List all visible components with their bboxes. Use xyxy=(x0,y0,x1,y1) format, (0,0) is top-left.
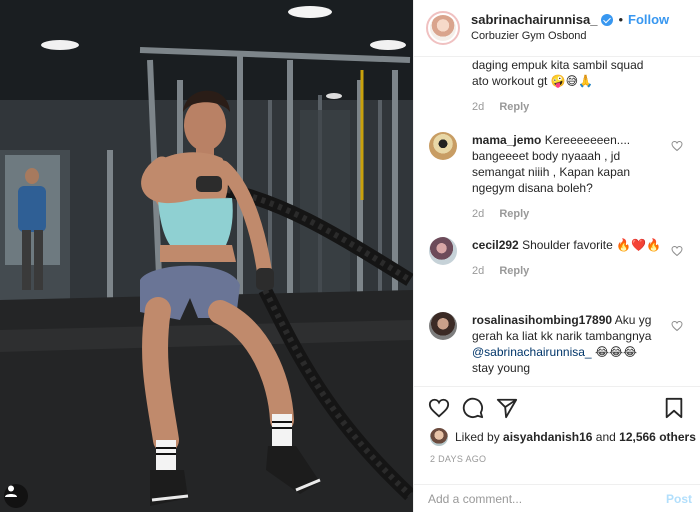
author-meta: sabrinachairunnisa_ • Follow Corbuzier G… xyxy=(471,12,669,44)
gym-photo-illustration xyxy=(0,0,413,512)
comment-age: 2d xyxy=(472,208,485,220)
comment-username[interactable]: cecil292 xyxy=(472,238,519,252)
header-separator: • xyxy=(618,12,624,27)
follow-button[interactable]: Follow xyxy=(628,12,669,27)
comment-icon xyxy=(462,397,484,419)
like-button[interactable] xyxy=(428,397,450,419)
bookmark-icon xyxy=(665,397,683,419)
author-avatar[interactable] xyxy=(426,11,460,45)
tag-user-button[interactable] xyxy=(4,484,28,508)
add-comment-bar: Add a comment... Post xyxy=(414,484,700,512)
heart-icon[interactable] xyxy=(671,245,683,257)
post-timestamp[interactable]: 2 DAYS AGO xyxy=(430,454,486,464)
reply-button[interactable]: Reply xyxy=(499,208,529,220)
likes-joiner: and xyxy=(595,430,616,444)
comment-age: 2d xyxy=(472,265,485,277)
post-actions: Liked by aisyahdanish16 and 12,566 other… xyxy=(414,386,700,512)
share-icon xyxy=(496,398,518,419)
reply-button[interactable]: Reply xyxy=(499,265,529,277)
comment-input[interactable]: Add a comment... xyxy=(428,492,522,506)
likes-summary: Liked by aisyahdanish16 and 12,566 other… xyxy=(430,428,696,446)
comments-list[interactable]: daging empuk kita sambil squad ato worko… xyxy=(414,57,700,386)
likes-count[interactable]: 12,566 others xyxy=(619,430,696,444)
commenter-avatar[interactable] xyxy=(429,312,457,340)
comment-username[interactable]: mama_jemo xyxy=(472,133,541,147)
post-header: sabrinachairunnisa_ • Follow Corbuzier G… xyxy=(414,0,700,57)
comment-mention[interactable]: @sabrinachairunnisa_ xyxy=(472,345,592,359)
liker-username[interactable]: aisyahdanish16 xyxy=(503,430,592,444)
share-button[interactable] xyxy=(496,397,518,419)
tag-user-icon xyxy=(5,485,17,497)
reply-button[interactable]: Reply xyxy=(499,101,529,113)
comment-username[interactable]: rosalinasihombing17890 xyxy=(472,313,612,327)
post-location[interactable]: Corbuzier Gym Osbond xyxy=(471,29,669,44)
post-photo[interactable] xyxy=(0,0,413,512)
post-side-panel: sabrinachairunnisa_ • Follow Corbuzier G… xyxy=(413,0,700,512)
author-username[interactable]: sabrinachairunnisa_ xyxy=(471,12,597,27)
post-comment-button[interactable]: Post xyxy=(666,492,692,506)
comment-text: daging empuk kita sambil squad ato worko… xyxy=(472,58,644,88)
commenter-avatar[interactable] xyxy=(429,132,457,160)
comment-text: Shoulder favorite 🔥❤️🔥 xyxy=(522,238,661,252)
likes-prefix: Liked by xyxy=(455,430,500,444)
liker-avatar[interactable] xyxy=(430,428,448,446)
heart-icon[interactable] xyxy=(671,140,683,152)
save-button[interactable] xyxy=(663,397,685,419)
heart-icon xyxy=(428,398,450,418)
comment-button[interactable] xyxy=(462,397,484,419)
comment-age: 2d xyxy=(472,101,485,113)
verified-badge-icon xyxy=(601,13,614,26)
commenter-avatar[interactable] xyxy=(429,237,457,265)
heart-icon[interactable] xyxy=(671,320,683,332)
